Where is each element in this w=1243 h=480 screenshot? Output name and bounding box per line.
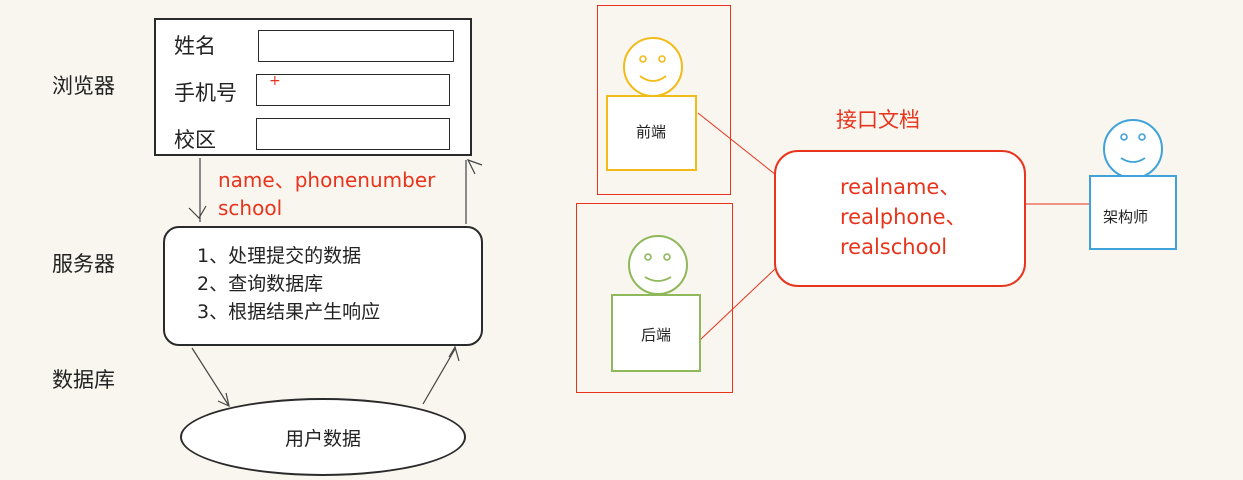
server-box: 1、处理提交的数据 2、查询数据库 3、根据结果产生响应	[163, 226, 483, 346]
request-arrow-head	[188, 205, 207, 219]
query-arrow-head	[217, 392, 230, 408]
server-step: 1、处理提交的数据	[197, 245, 362, 267]
form-label-phone: 手机号	[174, 81, 237, 105]
backend-label: 后端	[641, 326, 672, 344]
request-param-line: name、phonenumber	[218, 168, 436, 192]
campus-input[interactable]	[256, 118, 450, 150]
api-field: realphone、	[840, 205, 967, 229]
database-ellipse: 用户数据	[180, 398, 466, 476]
phone-input[interactable]: +	[256, 73, 450, 106]
api-doc-title: 接口文档	[836, 108, 920, 132]
backend-person-icon	[611, 235, 701, 372]
architect-person-icon	[1089, 119, 1177, 250]
query-arrow-line	[191, 347, 230, 407]
server-steps: 1、处理提交的数据 2、查询数据库 3、根据结果产生响应	[197, 242, 380, 326]
name-input[interactable]	[258, 30, 454, 62]
request-param-line: school	[218, 196, 283, 220]
server-step: 3、根据结果产生响应	[197, 301, 381, 323]
layer-label-server: 服务器	[52, 252, 115, 276]
required-marker: +	[269, 73, 281, 89]
result-arrow-head	[448, 345, 460, 362]
response-arrow-head	[466, 158, 483, 175]
form-label-campus: 校区	[174, 128, 216, 152]
result-arrow-line	[422, 348, 456, 405]
api-field: realname、	[840, 175, 961, 199]
form-label-name: 姓名	[174, 34, 216, 58]
architect-label: 架构师	[1103, 208, 1149, 226]
api-field: realschool	[840, 235, 948, 259]
server-step: 2、查询数据库	[197, 273, 324, 295]
browser-form: 姓名 手机号 + 校区	[154, 18, 472, 156]
api-doc-box: realname、 realphone、 realschool	[774, 150, 1026, 287]
frontend-person-icon	[606, 37, 697, 171]
layer-label-browser: 浏览器	[52, 74, 115, 98]
request-params: name、phonenumber school	[218, 166, 435, 222]
api-field-list: realname、 realphone、 realschool	[840, 172, 967, 262]
frontend-label: 前端	[636, 123, 667, 141]
layer-label-database: 数据库	[52, 368, 115, 392]
database-label: 用户数据	[284, 427, 361, 450]
